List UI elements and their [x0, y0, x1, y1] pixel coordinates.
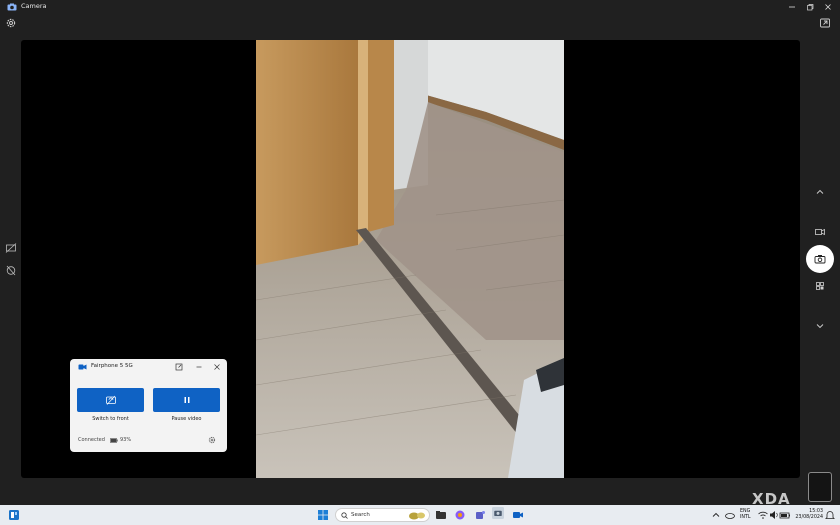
chevron-down-icon [816, 324, 824, 329]
camera-preview-image [256, 40, 564, 478]
minimize-icon[interactable] [195, 363, 203, 371]
expand-up-button[interactable] [813, 185, 827, 199]
file-explorer-icon[interactable] [435, 509, 447, 521]
compact-overlay-icon[interactable] [819, 17, 831, 29]
device-name: Fairphone 5 5G [91, 363, 133, 369]
notification-bell-icon[interactable] [824, 509, 836, 521]
connected-camera-popup: Fairphone 5 5G Switch to front Pause vid… [70, 359, 227, 452]
maximize-button[interactable] [801, 0, 819, 14]
battery-icon [110, 437, 118, 443]
camera-app-icon [7, 3, 17, 11]
copilot-icon[interactable] [454, 509, 466, 521]
open-window-icon[interactable] [175, 363, 183, 371]
video-camera-icon [78, 364, 87, 370]
timer-off-icon[interactable] [5, 264, 17, 276]
close-icon[interactable] [213, 363, 221, 371]
search-icon [341, 512, 348, 519]
taskbar-search[interactable]: Search [335, 508, 430, 522]
camera-icon [814, 255, 826, 264]
battery-icon[interactable] [779, 509, 791, 521]
close-icon [825, 4, 831, 10]
expand-down-button[interactable] [813, 319, 827, 333]
minimize-button[interactable] [783, 0, 801, 14]
onedrive-icon[interactable] [724, 509, 736, 521]
widgets-icon[interactable] [8, 509, 20, 521]
title-bar: Camera [0, 0, 840, 14]
settings-gear-icon[interactable] [208, 436, 216, 444]
chevron-up-icon[interactable] [710, 509, 722, 521]
keyboard-layout: INTL [740, 515, 751, 520]
chevron-up-icon [816, 189, 824, 194]
clock[interactable]: 15:03 23/08/2024 [795, 509, 823, 521]
start-windows-icon[interactable] [317, 509, 329, 521]
pause-video-button[interactable] [153, 388, 220, 412]
search-highlight-icon [409, 512, 425, 520]
switch-to-front-label: Switch to front [92, 416, 129, 422]
scan-mode-button[interactable] [813, 279, 827, 293]
settings-gear-icon[interactable] [5, 17, 17, 29]
clock-date: 23/08/2024 [795, 515, 823, 520]
language-indicator[interactable]: ENG INTL [740, 509, 751, 521]
switch-camera-icon [105, 395, 116, 405]
battery-level: 93% [120, 437, 132, 443]
last-photo-thumbnail[interactable] [808, 472, 832, 502]
minimize-icon [789, 6, 795, 8]
taskbar: Search ENG INTL 15:03 23/08/2024 [0, 505, 840, 525]
qr-scan-icon [816, 282, 824, 290]
close-button[interactable] [819, 0, 837, 14]
restore-icon [807, 4, 814, 11]
hdr-off-icon[interactable] [5, 242, 17, 254]
camera-taskbar-icon[interactable] [492, 507, 504, 519]
phone-link-video-icon[interactable] [512, 509, 524, 521]
pause-video-label: Pause video [171, 416, 202, 422]
teams-icon[interactable] [474, 509, 486, 521]
search-placeholder: Search [351, 512, 370, 518]
window-title: Camera [21, 2, 47, 10]
video-mode-button[interactable] [813, 225, 827, 239]
battery-status: 93% [110, 437, 131, 443]
switch-to-front-button[interactable] [77, 388, 144, 412]
video-camera-icon [815, 228, 825, 236]
photo-shutter-button[interactable] [806, 245, 834, 273]
pause-icon [184, 397, 189, 403]
connection-status: Connected [78, 437, 105, 443]
